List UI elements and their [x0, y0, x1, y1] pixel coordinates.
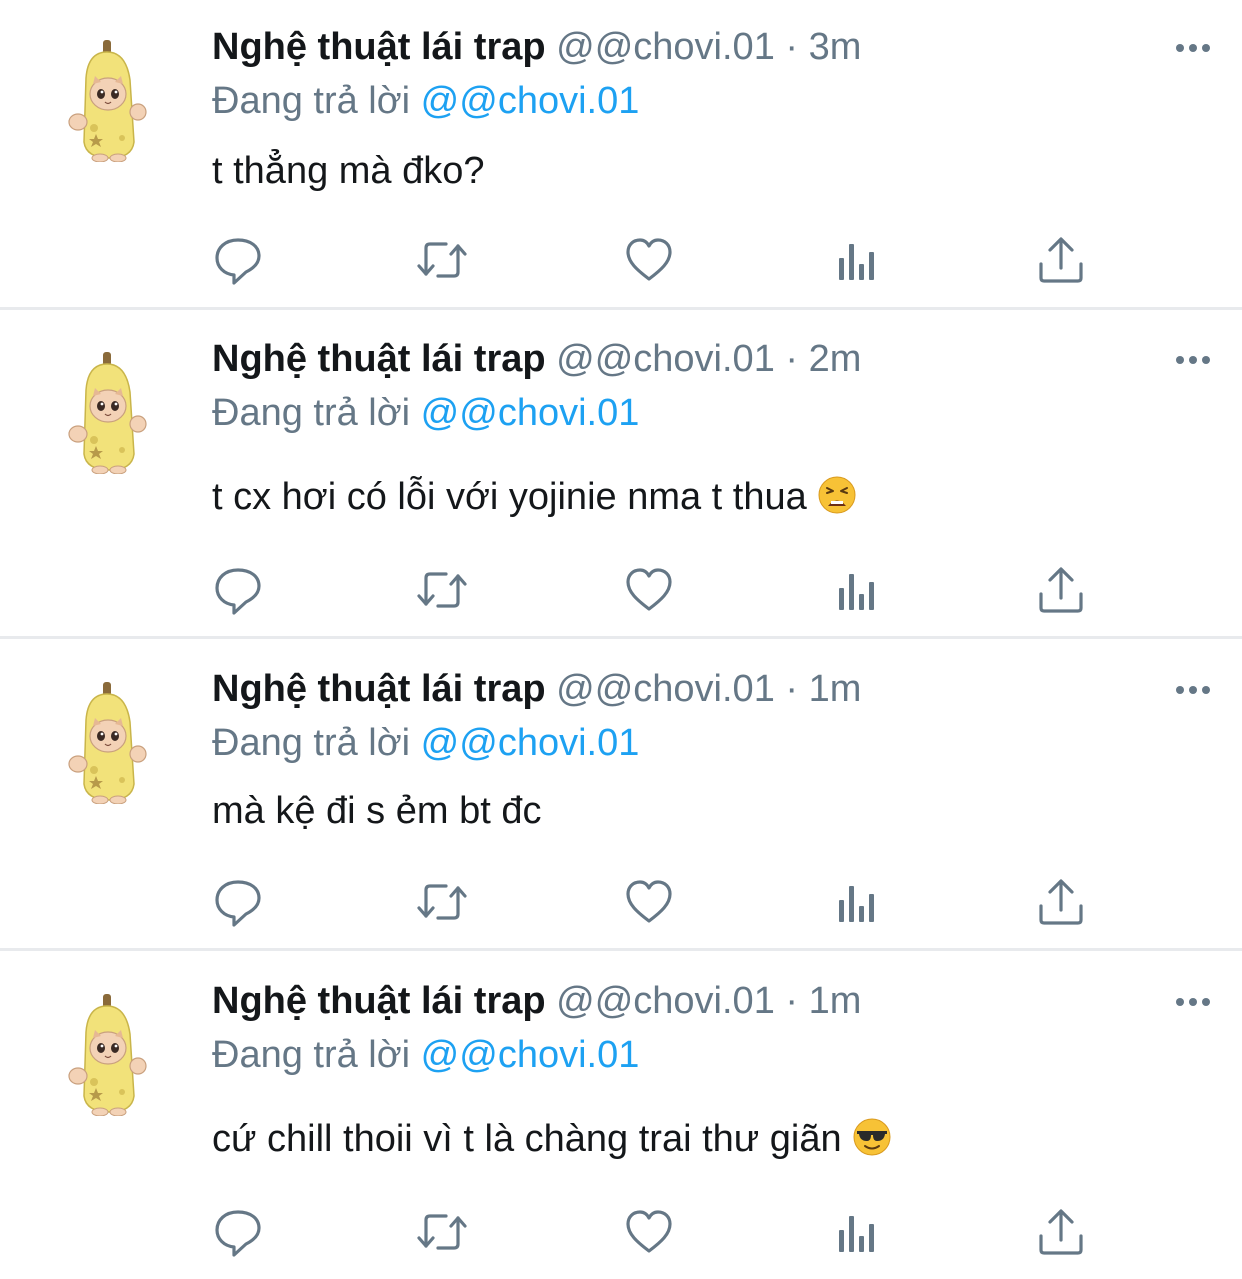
more-options-icon[interactable]	[1174, 990, 1212, 1014]
timestamp[interactable]: 1m	[809, 668, 862, 710]
display-name[interactable]: Nghệ thuật lái trap	[212, 338, 546, 380]
tweet-header: Nghệ thuật lái trap @@chovi.01 · 1m	[212, 976, 861, 1026]
action-bar	[212, 876, 1092, 928]
more-options-icon[interactable]	[1174, 678, 1212, 702]
reply-icon[interactable]	[212, 564, 264, 616]
more-options-icon[interactable]	[1174, 348, 1212, 372]
tweet-2[interactable]: Nghệ thuật lái trap @@chovi.01 · 2m Đang…	[0, 312, 1242, 636]
replying-label: Đang trả lời	[212, 392, 411, 434]
separator-dot: ·	[785, 26, 799, 68]
reply-icon[interactable]	[212, 234, 264, 286]
tweet-header: Nghệ thuật lái trap @@chovi.01 · 3m	[212, 22, 861, 72]
separator-dot: ·	[785, 980, 799, 1022]
tweet-1[interactable]: Nghệ thuật lái trap @@chovi.01 · 3m Đang…	[0, 0, 1242, 307]
sunglasses-face-emoji	[852, 1117, 892, 1157]
display-name[interactable]: Nghệ thuật lái trap	[212, 26, 546, 68]
action-bar	[212, 564, 1092, 616]
divider	[0, 307, 1242, 310]
tweet-3[interactable]: Nghệ thuật lái trap @@chovi.01 · 1m Đang…	[0, 642, 1242, 948]
display-name[interactable]: Nghệ thuật lái trap	[212, 980, 546, 1022]
analytics-icon[interactable]	[830, 876, 882, 928]
separator-dot: ·	[785, 668, 799, 710]
replying-to: Đang trả lời @@chovi.01	[212, 388, 639, 438]
banana-cat-avatar[interactable]	[66, 38, 152, 162]
banana-cat-avatar[interactable]	[66, 680, 152, 804]
separator-dot: ·	[785, 338, 799, 380]
retweet-icon[interactable]	[416, 1206, 468, 1258]
user-handle[interactable]: @@chovi.01	[556, 338, 775, 380]
action-bar	[212, 1206, 1092, 1258]
tweet-text: t cx hơi có lỗi với yojinie nma t thua	[212, 476, 807, 518]
heart-icon[interactable]	[623, 234, 675, 286]
timestamp[interactable]: 3m	[809, 26, 862, 68]
reply-icon[interactable]	[212, 876, 264, 928]
user-handle[interactable]: @@chovi.01	[556, 980, 775, 1022]
user-handle[interactable]: @@chovi.01	[556, 668, 775, 710]
replying-to: Đang trả lời @@chovi.01	[212, 76, 639, 126]
tweet-text-line: cứ chill thoii vì t là chàng trai thư gi…	[212, 1114, 892, 1164]
display-name[interactable]: Nghệ thuật lái trap	[212, 668, 546, 710]
share-icon[interactable]	[1035, 1206, 1087, 1258]
banana-cat-avatar[interactable]	[66, 992, 152, 1116]
retweet-icon[interactable]	[416, 876, 468, 928]
tweet-text-line: t cx hơi có lỗi với yojinie nma t thua	[212, 472, 857, 522]
replying-label: Đang trả lời	[212, 1034, 411, 1076]
replying-to: Đang trả lời @@chovi.01	[212, 1030, 639, 1080]
analytics-icon[interactable]	[830, 1206, 882, 1258]
share-icon[interactable]	[1035, 876, 1087, 928]
tweet-4[interactable]: Nghệ thuật lái trap @@chovi.01 · 1m Đang…	[0, 954, 1242, 1279]
mention-link[interactable]: @@chovi.01	[421, 80, 640, 122]
weary-face-emoji	[817, 475, 857, 515]
mention-link[interactable]: @@chovi.01	[421, 392, 640, 434]
replying-label: Đang trả lời	[212, 80, 411, 122]
timestamp[interactable]: 2m	[809, 338, 862, 380]
timestamp[interactable]: 1m	[809, 980, 862, 1022]
mention-link[interactable]: @@chovi.01	[421, 722, 640, 764]
heart-icon[interactable]	[623, 1206, 675, 1258]
mention-link[interactable]: @@chovi.01	[421, 1034, 640, 1076]
divider	[0, 948, 1242, 951]
replying-to: Đang trả lời @@chovi.01	[212, 718, 639, 768]
share-icon[interactable]	[1035, 564, 1087, 616]
user-handle[interactable]: @@chovi.01	[556, 26, 775, 68]
retweet-icon[interactable]	[416, 234, 468, 286]
tweet-header: Nghệ thuật lái trap @@chovi.01 · 2m	[212, 334, 861, 384]
banana-cat-avatar[interactable]	[66, 350, 152, 474]
heart-icon[interactable]	[623, 876, 675, 928]
tweet-header: Nghệ thuật lái trap @@chovi.01 · 1m	[212, 664, 861, 714]
analytics-icon[interactable]	[830, 564, 882, 616]
action-bar	[212, 234, 1092, 286]
divider	[0, 636, 1242, 639]
more-options-icon[interactable]	[1174, 36, 1212, 60]
replying-label: Đang trả lời	[212, 722, 411, 764]
analytics-icon[interactable]	[830, 234, 882, 286]
share-icon[interactable]	[1035, 234, 1087, 286]
reply-icon[interactable]	[212, 1206, 264, 1258]
tweet-text: cứ chill thoii vì t là chàng trai thư gi…	[212, 1118, 842, 1160]
heart-icon[interactable]	[623, 564, 675, 616]
tweet-text: t thẳng mà đko?	[212, 150, 485, 192]
tweet-text: mà kệ đi s ẻm bt đc	[212, 790, 542, 832]
retweet-icon[interactable]	[416, 564, 468, 616]
